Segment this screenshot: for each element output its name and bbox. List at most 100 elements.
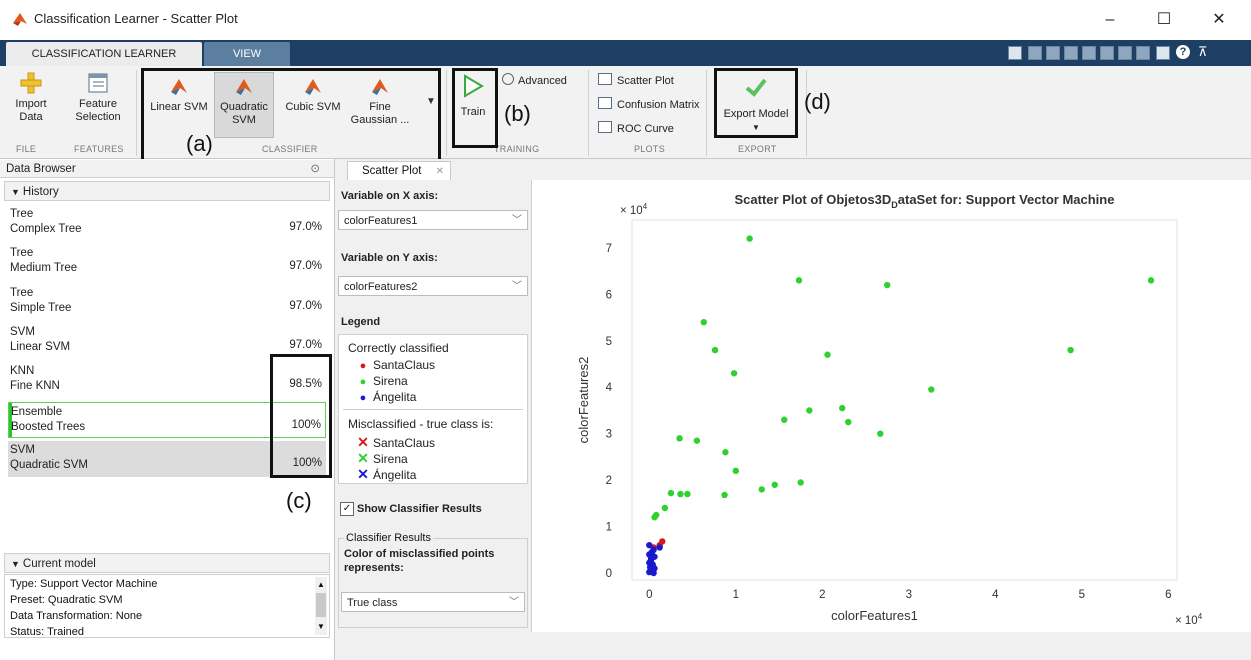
scatter-tab-label: Scatter Plot [362,165,422,177]
scatter-point [676,435,683,442]
y-axis-value: colorFeatures2 [344,281,418,293]
x-axis-select[interactable]: colorFeatures1 ﹀ [338,210,528,230]
scatter-point [746,235,753,242]
x-tick-label: 0 [646,589,652,601]
scroll-down-icon[interactable]: ▼ [315,619,327,635]
history-item[interactable]: Tree Complex Tree 97.0% [8,205,326,241]
dot-icon: ● [359,376,367,388]
minimize-button[interactable]: – [1087,6,1133,34]
scatter-point [722,449,729,456]
plot-icon [598,97,612,109]
scatter-plot-chart[interactable]: 0 1 2 3 4 5 6 0 1 2 3 4 5 6 7 Scatter Plot of Objetos3… [532,180,1251,632]
quick-access-icon[interactable] [1082,46,1096,60]
legend-divider [343,409,523,410]
color-mis-select[interactable]: True class ﹀ [341,592,525,612]
y-tick-label: 5 [606,336,612,348]
window-titlebar: Classification Learner - Scatter Plot – … [0,0,1251,40]
current-model-label: Current model [22,558,96,570]
model-type: Type: Support Vector Machine [10,578,158,590]
quick-access-icon[interactable] [1064,46,1078,60]
scatter-point [877,430,884,437]
history-item-accuracy: 97.0% [289,260,322,273]
feature-selection-button[interactable]: Feature Selection [70,72,126,124]
scatter-point [730,370,738,377]
history-item-accuracy: 97.0% [289,338,322,351]
scrollbar[interactable]: ▲ ▼ [315,577,327,635]
x-tick-label: 3 [906,589,912,601]
tab-view[interactable]: VIEW [204,42,290,66]
settings-icon [502,73,514,85]
scatter-point [677,490,684,498]
history-item[interactable]: Tree Simple Tree 97.0% [8,284,326,320]
ribbon-separator [136,70,137,156]
maximize-button[interactable]: ☐ [1141,6,1187,34]
collapse-arrow-icon: ▼ [11,559,20,569]
show-results-checkbox[interactable]: ✓ [340,502,354,516]
scatter-point [845,418,852,426]
plot-scatter-button[interactable]: Scatter Plot [598,73,674,87]
feature-selection-label-1: Feature [79,98,117,110]
data-browser-header: Data Browser ⊙ [0,160,334,178]
history-item[interactable]: Tree Medium Tree 97.0% [8,244,326,280]
plot-icon [598,73,612,85]
y-tick-label: 0 [606,568,612,580]
y-axis-label: Variable on Y axis: [341,252,438,264]
window-title: Classification Learner - Scatter Plot [34,11,238,26]
quick-access-icon[interactable] [1118,46,1132,60]
help-icon[interactable]: ? [1176,45,1190,59]
scatter-point [795,277,803,284]
quick-access-icon[interactable] [1100,46,1114,60]
chart-title: Scatter Plot of Objetos3DDataSet for: Su… [735,192,1115,210]
x-tick-label: 4 [992,589,999,601]
plot-confusion-matrix-button[interactable]: Confusion Matrix [598,97,700,111]
close-window-button[interactable]: ✕ [1196,6,1242,34]
scatter-point [647,558,655,565]
tab-scatter-plot[interactable]: Scatter Plot ✕ [347,161,451,180]
import-data-button[interactable]: Import Data [8,72,54,124]
scatter-point [721,491,728,499]
history-item-model: Complex Tree [10,223,82,235]
quick-access-icon[interactable] [1008,46,1022,60]
classifier-results-title: Classifier Results [344,532,433,544]
advanced-label: Advanced [518,75,567,87]
y-tick-label: 6 [606,289,612,301]
current-model-info: Type: Support Vector Machine Preset: Qua… [4,574,330,638]
history-item-model: Quadratic SVM [10,458,88,471]
quick-access-icon[interactable] [1028,46,1042,60]
show-results-label: Show Classifier Results [357,503,482,515]
quick-access-icon[interactable] [1046,46,1060,60]
scatter-point [693,437,701,444]
history-label: History [22,186,59,198]
collapse-arrow-icon: ▼ [11,187,20,197]
history-item-model: Fine KNN [10,380,60,393]
callout-box-c [270,354,332,478]
ribbon-separator [446,70,447,156]
callout-label-d: (d) [804,89,831,114]
quick-access-icon[interactable] [1136,46,1150,60]
scroll-thumb[interactable] [316,593,326,617]
history-header[interactable]: ▼ History [4,181,330,201]
scatter-point [651,514,658,521]
scroll-up-icon[interactable]: ▲ [315,577,327,593]
advanced-button[interactable]: Advanced [502,73,567,87]
history-item-category: Ensemble [11,405,63,418]
panel-menu-icon[interactable]: ⊙ [310,160,320,178]
color-mis-label: Color of misclassified points represents… [344,548,495,574]
layout-icon[interactable] [1156,46,1170,60]
cross-icon: ✕ [357,450,369,466]
plot-label: Confusion Matrix [617,99,700,111]
y-axis-select[interactable]: colorFeatures2 ﹀ [338,276,528,296]
plot-roc-curve-button[interactable]: ROC Curve [598,121,674,135]
tab-classification-learner[interactable]: CLASSIFICATION LEARNER [6,42,202,66]
legend-label: Legend [341,316,381,328]
matlab-logo-icon [13,13,27,26]
history-item-category: Tree [10,286,34,299]
legend-class-name: Sirena [373,374,408,388]
history-item-category: Tree [10,208,34,220]
close-tab-icon[interactable]: ✕ [436,162,444,181]
history-item-model: Medium Tree [10,262,78,275]
dot-icon: ● [359,360,367,372]
current-model-header[interactable]: ▼ Current model [4,553,330,573]
scatter-point [700,318,708,326]
collapse-ribbon-icon[interactable]: ⊼ [1198,44,1208,60]
